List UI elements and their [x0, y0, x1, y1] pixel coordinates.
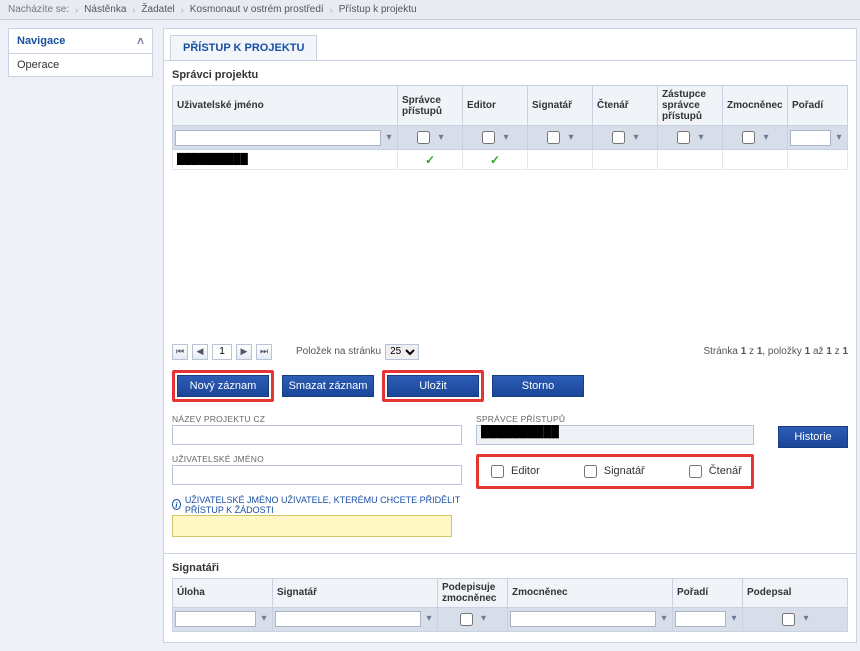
- table-row[interactable]: ██████████ ✓ ✓: [173, 150, 848, 170]
- signatories-section-title: Signatáři: [164, 553, 856, 578]
- pager-next-button[interactable]: ▶: [236, 344, 252, 360]
- filter-icon[interactable]: ▾: [728, 613, 740, 625]
- filter-icon[interactable]: ▾: [383, 132, 395, 144]
- history-button[interactable]: Historie: [778, 426, 848, 448]
- filter-icon[interactable]: ▾: [565, 132, 577, 144]
- per-page-select[interactable]: 25: [385, 344, 419, 360]
- pager: ⏮ ◀ ▶ ⏭ Položek na stránku 25 S: [172, 340, 848, 364]
- per-page-label: Položek na stránku: [296, 346, 381, 357]
- breadcrumb-item[interactable]: Žadatel: [141, 4, 174, 15]
- role-checks: Editor Signatář Čtenář: [481, 459, 749, 484]
- chevron-up-icon: ˄: [137, 34, 144, 48]
- filter-icon[interactable]: ▾: [833, 132, 845, 144]
- col-proxy[interactable]: Zmocněnec: [508, 578, 673, 607]
- chevron-right-icon: ›: [181, 5, 184, 15]
- col-deputy[interactable]: Zástupce správce přístupů: [658, 86, 723, 126]
- editor-checkbox[interactable]: [491, 465, 504, 478]
- filter-icon[interactable]: ▾: [658, 613, 670, 625]
- filter-icon[interactable]: ▾: [258, 613, 270, 625]
- chevron-right-icon: ›: [132, 5, 135, 15]
- filter-order-input[interactable]: [790, 130, 831, 146]
- filter-access-admin-check[interactable]: [417, 131, 430, 144]
- breadcrumb-label: Nacházíte se:: [8, 4, 69, 15]
- pager-prev-button[interactable]: ◀: [192, 344, 208, 360]
- col-order[interactable]: Pořadí: [788, 86, 848, 126]
- chevron-right-icon: ›: [330, 5, 333, 15]
- filter-signs-proxy-check[interactable]: [460, 613, 473, 626]
- filter-proxy-check[interactable]: [742, 131, 755, 144]
- filter-editor-check[interactable]: [482, 131, 495, 144]
- filter-icon[interactable]: ▾: [760, 132, 772, 144]
- check-icon: ✓: [490, 153, 500, 167]
- info-icon: i: [172, 499, 181, 510]
- sidebar: Navigace ˄ Operace: [8, 28, 153, 77]
- check-icon: ✓: [425, 153, 435, 167]
- breadcrumb: Nacházíte se: › Nástěnka › Žadatel › Kos…: [0, 0, 860, 20]
- signatories-table: Úloha Signatář Podepisuje zmocněnec Zmoc…: [172, 578, 848, 632]
- access-admin-value: ██████████: [476, 425, 754, 445]
- cell-username: ██████████: [177, 154, 227, 164]
- filter-icon[interactable]: ▾: [435, 132, 447, 144]
- admins-table: Uživatelské jméno Správce přístupů Edito…: [172, 85, 848, 340]
- role-signatory[interactable]: Signatář: [580, 462, 645, 481]
- filter-reader-check[interactable]: [612, 131, 625, 144]
- col-role[interactable]: Úloha: [173, 578, 273, 607]
- filter-icon[interactable]: ▾: [800, 613, 812, 625]
- col-editor[interactable]: Editor: [463, 86, 528, 126]
- admins-section-title: Správci projektu: [164, 60, 856, 85]
- filter-deputy-check[interactable]: [677, 131, 690, 144]
- col-signs-proxy[interactable]: Podepisuje zmocněnec: [438, 578, 508, 607]
- pager-first-button[interactable]: ⏮: [172, 344, 188, 360]
- breadcrumb-item[interactable]: Nástěnka: [84, 4, 126, 15]
- main-panel: PŘÍSTUP K PROJEKTU Správci projektu: [163, 28, 857, 643]
- col-order[interactable]: Pořadí: [673, 578, 743, 607]
- sidebar-item-label: Operace: [17, 59, 59, 71]
- role-editor[interactable]: Editor: [487, 462, 540, 481]
- chevron-right-icon: ›: [75, 5, 78, 15]
- filter-proxy-input[interactable]: [510, 611, 656, 627]
- signatory-checkbox[interactable]: [584, 465, 597, 478]
- cancel-button[interactable]: Storno: [492, 375, 584, 397]
- filter-username-input[interactable]: [175, 130, 381, 146]
- filter-role-input[interactable]: [175, 611, 256, 627]
- save-button[interactable]: Uložit: [387, 375, 479, 397]
- breadcrumb-item[interactable]: Kosmonaut v ostrém prostředí: [190, 4, 324, 15]
- project-name-label: NÁZEV PROJEKTU CZ: [172, 414, 462, 424]
- col-signatory[interactable]: Signatář: [528, 86, 593, 126]
- col-signatory[interactable]: Signatář: [273, 578, 438, 607]
- col-access-admin[interactable]: Správce přístupů: [398, 86, 463, 126]
- col-signed[interactable]: Podepsal: [743, 578, 848, 607]
- sidebar-nav-label: Navigace: [17, 35, 65, 47]
- pager-last-button[interactable]: ⏭: [256, 344, 272, 360]
- button-row: Nový záznam Smazat záznam Uložit Storno: [172, 364, 848, 408]
- filter-signatory-check[interactable]: [547, 131, 560, 144]
- pager-page-input[interactable]: [212, 344, 232, 360]
- username-label: UŽIVATELSKÉ JMÉNO: [172, 454, 462, 464]
- username-hint: i UŽIVATELSKÉ JMÉNO UŽIVATELE, KTERÉMU C…: [172, 495, 462, 515]
- filter-icon[interactable]: ▾: [630, 132, 642, 144]
- col-username[interactable]: Uživatelské jméno: [173, 86, 398, 126]
- filter-icon[interactable]: ▾: [423, 613, 435, 625]
- filter-signatory-input[interactable]: [275, 611, 421, 627]
- pager-summary: Stránka 1 z 1, položky 1 až 1 z 1: [703, 346, 848, 357]
- breadcrumb-item[interactable]: Přístup k projektu: [339, 4, 417, 15]
- sidebar-nav-heading[interactable]: Navigace ˄: [8, 28, 153, 54]
- delete-record-button[interactable]: Smazat záznam: [282, 375, 374, 397]
- role-reader[interactable]: Čtenář: [685, 462, 742, 481]
- filter-icon[interactable]: ▾: [478, 613, 490, 625]
- project-name-input[interactable]: [172, 425, 462, 445]
- assign-username-input[interactable]: [172, 515, 452, 537]
- filter-icon[interactable]: ▾: [695, 132, 707, 144]
- col-proxy[interactable]: Zmocněnec: [723, 86, 788, 126]
- page-title: PŘÍSTUP K PROJEKTU: [170, 35, 317, 60]
- filter-icon[interactable]: ▾: [500, 132, 512, 144]
- col-reader[interactable]: Čtenář: [593, 86, 658, 126]
- filter-signed-check[interactable]: [782, 613, 795, 626]
- reader-checkbox[interactable]: [689, 465, 702, 478]
- access-admin-label: SPRÁVCE PŘÍSTUPŮ: [476, 414, 754, 424]
- username-input[interactable]: [172, 465, 462, 485]
- filter-order-input[interactable]: [675, 611, 726, 627]
- new-record-button[interactable]: Nový záznam: [177, 375, 269, 397]
- sidebar-item-operations[interactable]: Operace: [8, 54, 153, 77]
